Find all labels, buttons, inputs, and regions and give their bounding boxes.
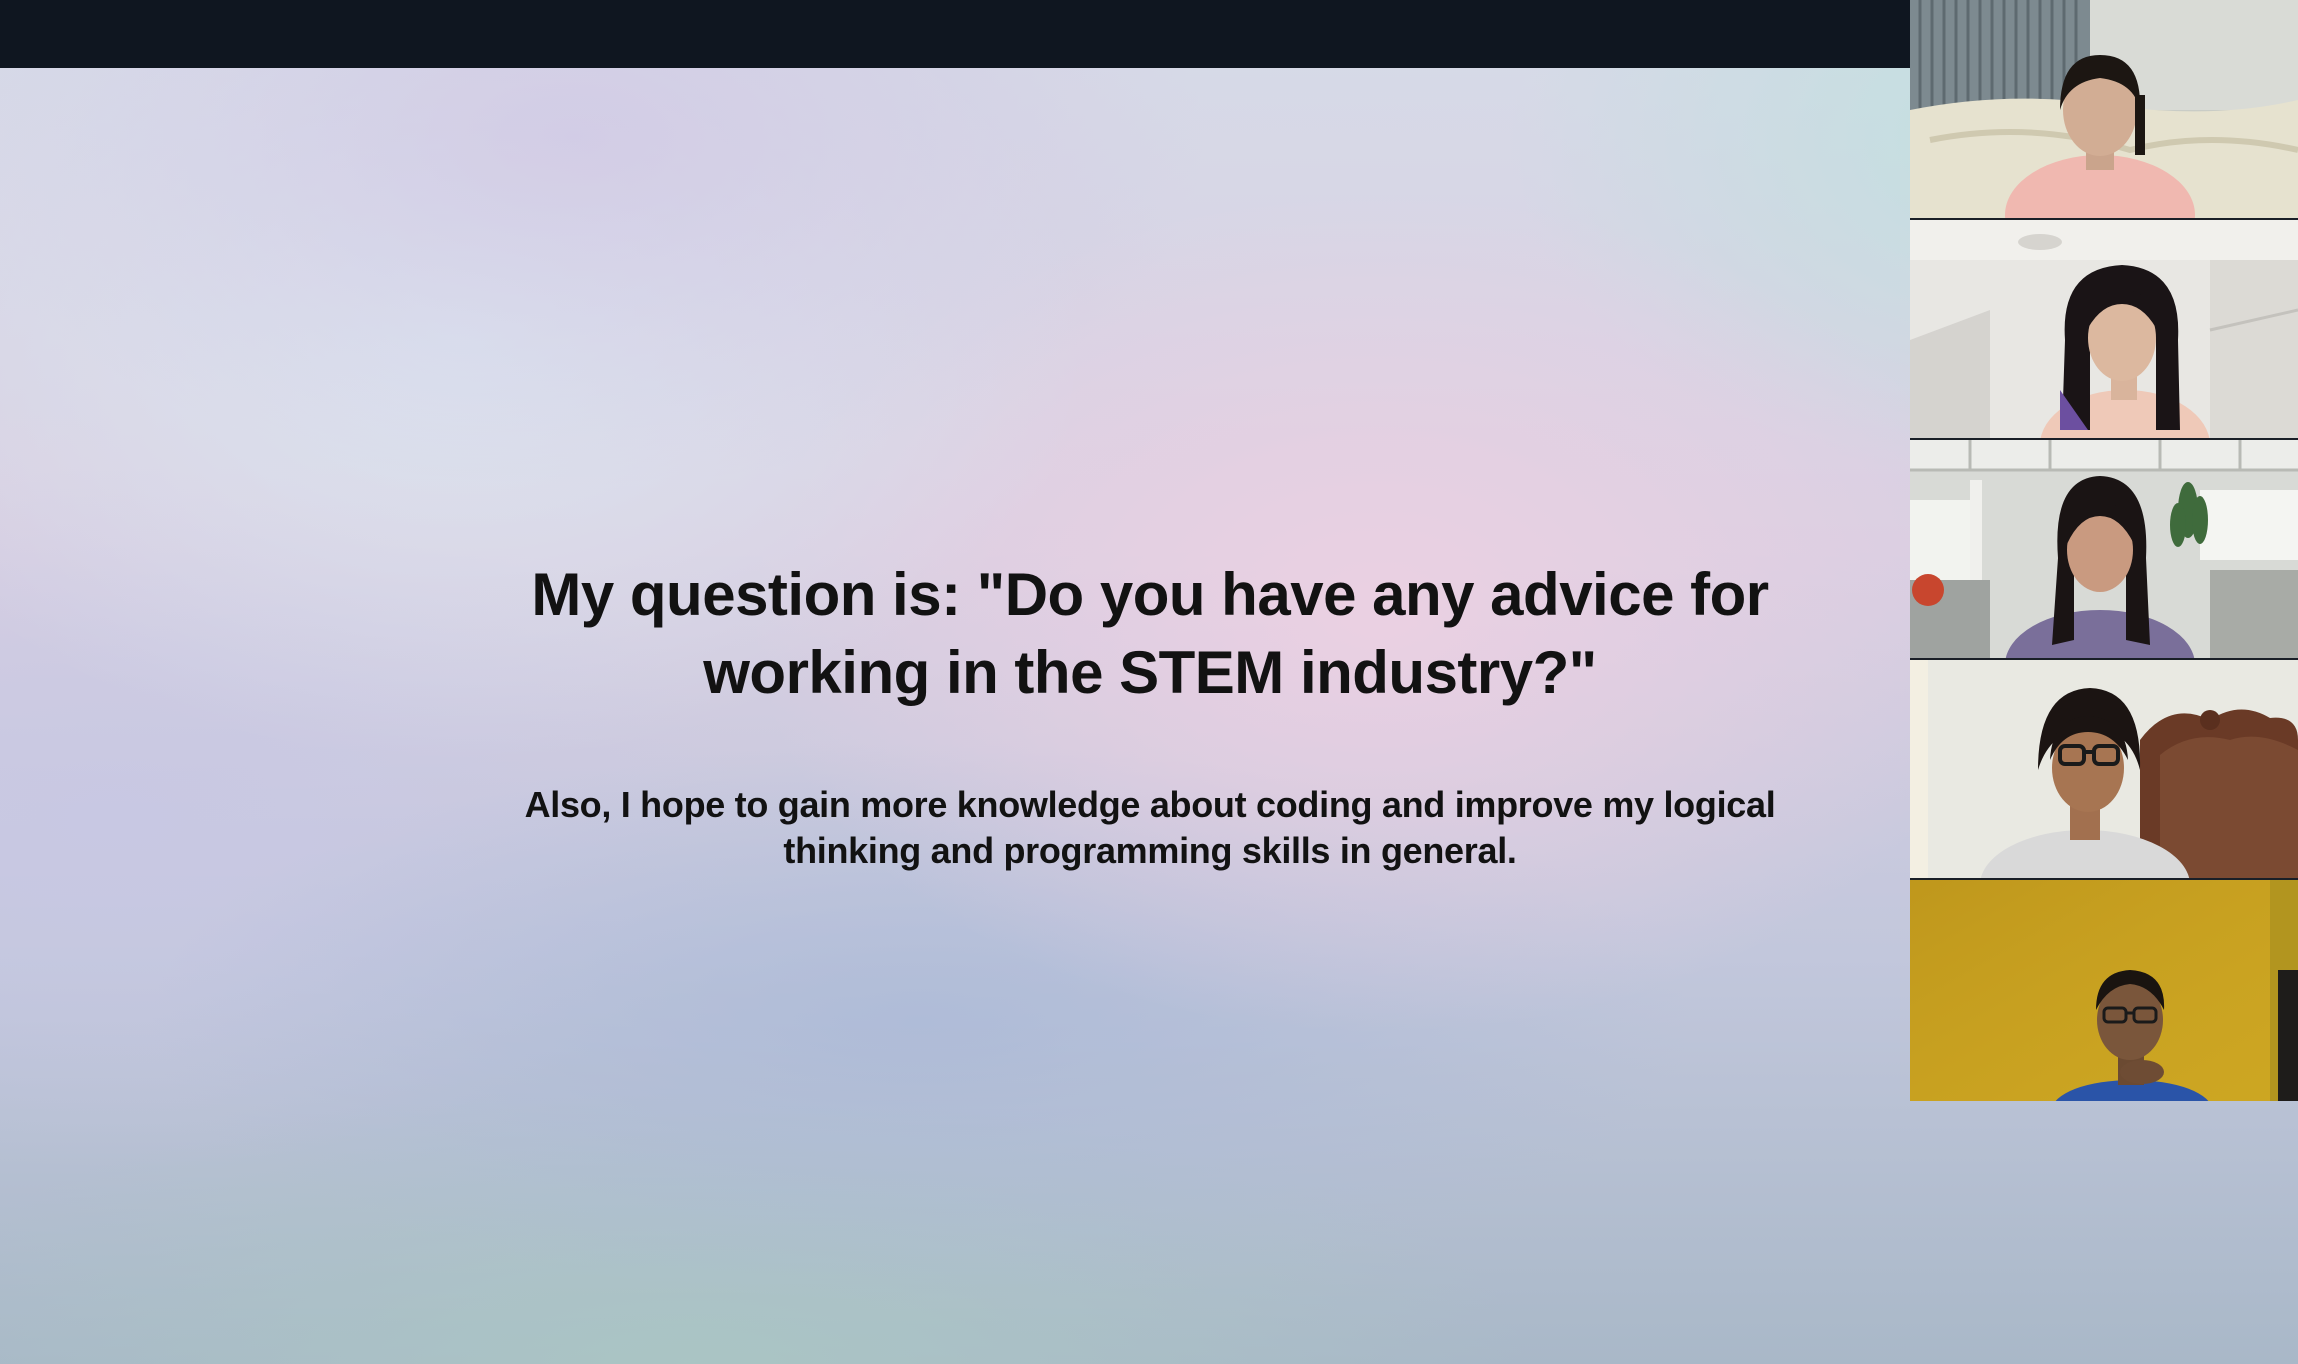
slide-question-line-1: My question is: "Do you have any advice … [531, 561, 1769, 628]
participant-video-tile[interactable] [1910, 880, 2298, 1101]
slide-subtext-line-2: thinking and programming skills in gener… [783, 830, 1517, 871]
participant-video-tile[interactable] [1910, 0, 2298, 220]
top-bar [0, 0, 1910, 68]
participant-video-feed [1910, 220, 2298, 438]
participant-video-tile[interactable] [1910, 220, 2298, 440]
slide-subtext: Also, I hope to gain more knowledge abou… [390, 782, 1910, 874]
participant-video-feed [1910, 0, 2298, 218]
participant-video-strip [1910, 0, 2298, 1101]
slide-question-line-2: working in the STEM industry?" [703, 639, 1597, 706]
screen: My question is: "Do you have any advice … [0, 0, 2298, 1364]
participant-video-tile[interactable] [1910, 660, 2298, 880]
participant-video-feed [1910, 880, 2298, 1101]
participant-video-tile[interactable] [1910, 440, 2298, 660]
participant-video-feed [1910, 660, 2298, 878]
participant-video-feed [1910, 440, 2298, 658]
slide-question: My question is: "Do you have any advice … [390, 556, 1910, 712]
slide-subtext-line-1: Also, I hope to gain more knowledge abou… [524, 784, 1776, 825]
